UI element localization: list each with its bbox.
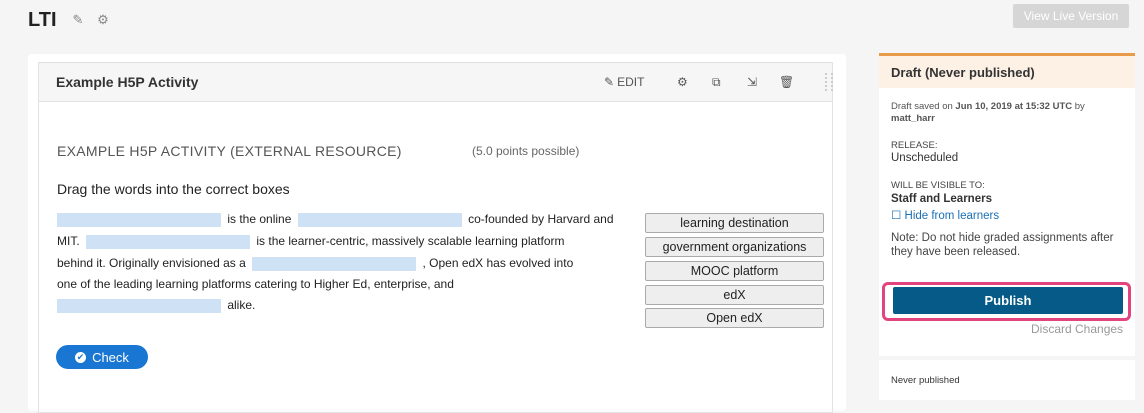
sentence-text: is the online — [227, 212, 292, 226]
discard-changes-link[interactable]: Discard Changes — [1031, 322, 1123, 336]
never-published: Never published — [891, 375, 960, 386]
sentence-line-1: is the online co-founded by Harvard and — [57, 212, 614, 227]
drop-zone[interactable] — [86, 234, 251, 249]
draft-saved-by: by — [1072, 101, 1085, 112]
draggable-word[interactable]: learning destination — [645, 213, 824, 233]
edit-label: EDIT — [617, 75, 645, 89]
hide-from-learners-checkbox[interactable]: ☐ Hide from learners — [891, 208, 999, 222]
sentence-text: one of the leading learning platforms ca… — [57, 277, 454, 291]
sentence-text: alike. — [227, 298, 256, 312]
sentence-line-4: one of the leading learning platforms ca… — [57, 277, 454, 291]
page-title: LTI — [28, 9, 57, 31]
checkbox-icon: ☐ — [891, 210, 902, 222]
points-possible: (5.0 points possible) — [472, 144, 580, 158]
unit-header: Example H5P Activity ✎ EDIT ⚙ ⧉ ⇲ 🗑 — [39, 63, 833, 102]
move-icon[interactable]: ⇲ — [747, 75, 757, 89]
gear-icon[interactable]: ⚙ — [95, 12, 111, 28]
sentence-text: , Open edX has evolved into — [422, 256, 574, 270]
status-title: Draft (Never published) — [891, 65, 1035, 80]
external-resource-title: EXAMPLE H5P ACTIVITY (EXTERNAL RESOURCE) — [57, 143, 402, 159]
sentence-text: behind it. Originally envisioned as a — [57, 256, 246, 270]
question-prompt: Drag the words into the correct boxes — [57, 181, 290, 197]
draft-saved-info: Draft saved on Jun 10, 2019 at 15:32 UTC… — [891, 101, 1127, 125]
sentence-text: co-founded by Harvard and — [468, 212, 614, 226]
check-label: Check — [92, 349, 129, 365]
gear-icon[interactable]: ⚙ — [677, 75, 688, 89]
draggable-word[interactable]: government organizations — [645, 237, 824, 257]
draggable-word[interactable]: edX — [645, 285, 824, 305]
check-icon: ✔ — [75, 351, 87, 363]
release-value: Unscheduled — [891, 152, 959, 164]
drag-handle-icon[interactable] — [825, 73, 833, 91]
view-live-button[interactable]: View Live Version — [1013, 4, 1129, 28]
drop-zone[interactable] — [57, 298, 221, 313]
drop-zone[interactable] — [252, 256, 417, 271]
publish-note: Note: Do not hide graded assignments aft… — [891, 232, 1114, 258]
pencil-icon[interactable]: ✎ — [70, 12, 86, 28]
draft-saved-prefix: Draft saved on — [891, 101, 956, 112]
visible-label: WILL BE VISIBLE TO: — [891, 180, 985, 191]
draggable-word[interactable]: Open edX — [645, 308, 824, 328]
status-header: Draft (Never published) — [879, 56, 1135, 88]
sentence-line-2: MIT. is the learner-centric, massively s… — [57, 234, 565, 249]
visible-value: Staff and Learners — [891, 193, 992, 205]
check-button[interactable]: ✔ Check — [56, 345, 148, 369]
sentence-line-5: alike. — [57, 298, 255, 313]
sentence-line-3: behind it. Originally envisioned as a , … — [57, 256, 573, 271]
drop-zone[interactable] — [297, 212, 462, 227]
pencil-icon: ✎ — [604, 75, 615, 89]
edit-button[interactable]: ✎ EDIT — [604, 75, 644, 89]
top-bar: LTI ✎ ⚙ View Live Version — [0, 0, 1144, 40]
release-label: RELEASE: — [891, 140, 938, 151]
hide-label: Hide from learners — [904, 210, 1000, 222]
publish-history: Never published — [879, 360, 1135, 400]
draft-saved-user: matt_harr — [891, 113, 935, 124]
unit-title: Example H5P Activity — [56, 74, 199, 90]
drop-zone[interactable] — [57, 212, 221, 227]
publish-button[interactable]: Publish — [893, 287, 1123, 314]
trash-icon[interactable]: 🗑 — [779, 75, 794, 89]
duplicate-icon[interactable]: ⧉ — [712, 75, 721, 90]
sentence-text: MIT. — [57, 234, 80, 248]
sentence-text: is the learner-centric, massively scalab… — [256, 234, 565, 248]
draft-saved-date: Jun 10, 2019 at 15:32 UTC — [955, 101, 1073, 112]
draggable-word[interactable]: MOOC platform — [645, 261, 824, 281]
